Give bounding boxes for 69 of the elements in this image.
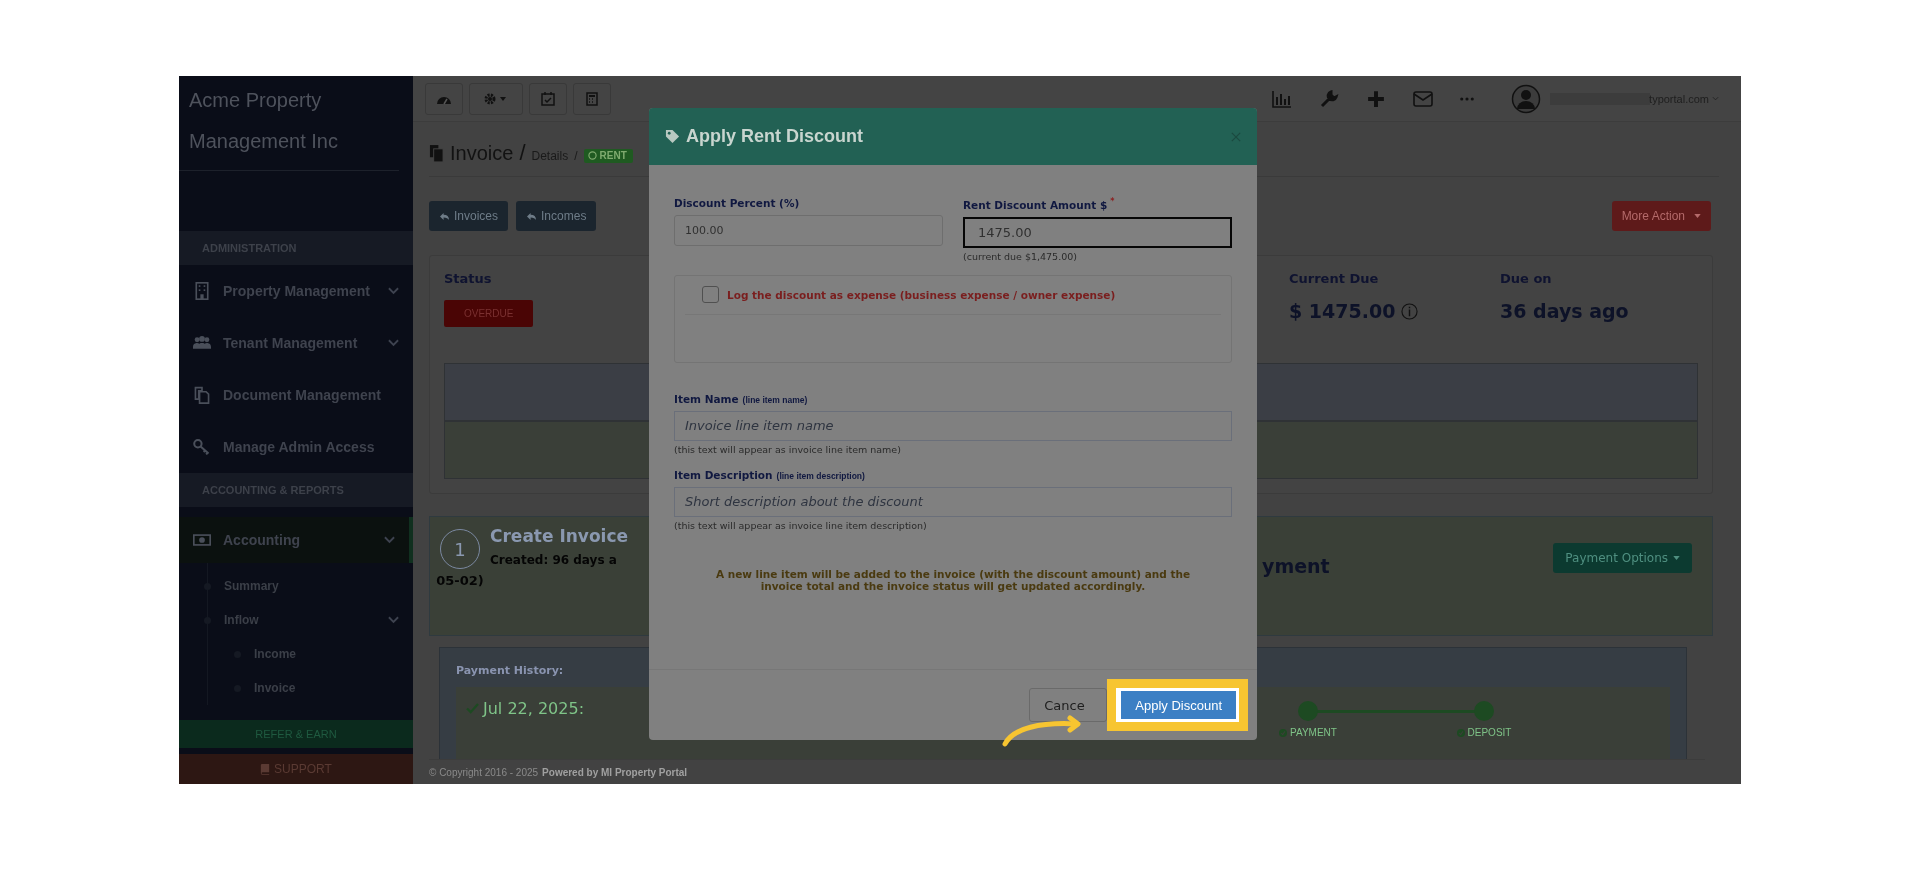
input-field[interactable]: 100.00	[674, 215, 943, 246]
timeline-label: PAYMENT	[1279, 727, 1337, 738]
calculator-button[interactable]	[573, 82, 611, 115]
info-note: A new line item will be added to the invoice (with the discount amount) and the invoice total and the invoice status will get updated accordingly.	[714, 567, 1192, 592]
calculator-icon	[586, 91, 598, 106]
caret-icon	[1712, 96, 1719, 101]
settings-button[interactable]	[469, 82, 523, 115]
input-field[interactable]: 1475.00	[963, 216, 1232, 248]
field-label: Rent Discount Amount $ $^{*}$	[963, 197, 1116, 211]
key-icon	[193, 438, 211, 456]
created-date: 05-02)	[436, 573, 484, 588]
copyright-text: © Copyright 2016 - 2025	[429, 766, 539, 778]
required-mark: *	[1110, 197, 1115, 206]
info-icon[interactable]	[1401, 302, 1419, 320]
more-icon[interactable]	[1460, 96, 1475, 101]
envelope-icon[interactable]	[1413, 89, 1434, 108]
powered-by-link[interactable]: Powered by MI Property Portal	[542, 766, 688, 778]
apply-discount-button[interactable]: Apply Discount	[1116, 688, 1239, 722]
field-hint: (this text will appear as invoice line item description)	[674, 519, 928, 531]
check-icon	[466, 703, 479, 714]
avatar-icon[interactable]	[1511, 83, 1542, 114]
back-button[interactable]: Incomes	[516, 201, 597, 231]
timeline-label: DEPOSIT	[1456, 727, 1512, 738]
cancel-button[interactable]: Cance	[1029, 688, 1108, 722]
plus-icon[interactable]	[1366, 89, 1387, 108]
back-button[interactable]: Invoices	[429, 201, 509, 231]
company-name: Acme Property Management Inc	[179, 76, 399, 171]
close-icon[interactable]	[1231, 131, 1241, 142]
field-hint: (this text will appear as invoice line item name)	[674, 443, 902, 455]
calendar-check-icon	[541, 91, 555, 106]
book-icon	[260, 763, 271, 775]
documents-icon	[429, 143, 444, 163]
checkbox-label: Log the discount as expense (business expense / owner expense)	[727, 288, 1116, 301]
input-field[interactable]: Short description about the discount	[674, 486, 1232, 517]
sidebar-item[interactable]: Accounting	[179, 517, 413, 563]
field-sublabel: (line item name)	[742, 394, 808, 405]
settings-icon	[484, 92, 508, 105]
history-title: Payment History:	[456, 664, 565, 677]
field-label: Item Description	[674, 468, 773, 481]
breadcrumb-separator: /	[574, 149, 578, 163]
more-action-button[interactable]: More Action	[1611, 201, 1711, 231]
dashboard-button[interactable]	[425, 82, 463, 115]
field-label: Item Name	[674, 392, 739, 405]
caret-icon	[1694, 214, 1701, 218]
documents-icon	[193, 386, 211, 404]
circle-icon	[587, 151, 597, 160]
input-field[interactable]: Invoice line item name	[674, 410, 1232, 441]
step-title: Create Invoice	[490, 526, 630, 546]
field-hint: (current due $1,475.00)	[963, 250, 1078, 262]
users-icon	[193, 334, 211, 352]
calendar-button[interactable]	[529, 82, 567, 115]
reply-arrow-icon	[439, 211, 450, 221]
wrench-icon[interactable]	[1319, 89, 1340, 108]
building-icon	[193, 282, 211, 300]
reply-arrow-icon	[526, 211, 538, 221]
field-label: Discount Percent (%)	[674, 197, 801, 209]
payment-options-button[interactable]: Payment Options	[1553, 543, 1692, 573]
created-text: Created: 96 days a	[490, 553, 618, 567]
type-badge: RENT	[583, 149, 633, 163]
tag-icon	[665, 129, 680, 144]
dialog-title: Apply Rent Discount	[686, 126, 864, 147]
field-sublabel: (line item description)	[776, 470, 865, 481]
check-circle-icon	[1456, 728, 1465, 737]
money-icon	[193, 531, 211, 549]
breadcrumb-separator: /	[519, 140, 526, 166]
checkbox[interactable]	[702, 286, 719, 303]
bar-chart-icon[interactable]	[1272, 89, 1293, 108]
caret-icon	[1673, 556, 1680, 560]
check-circle-icon	[1279, 728, 1288, 737]
